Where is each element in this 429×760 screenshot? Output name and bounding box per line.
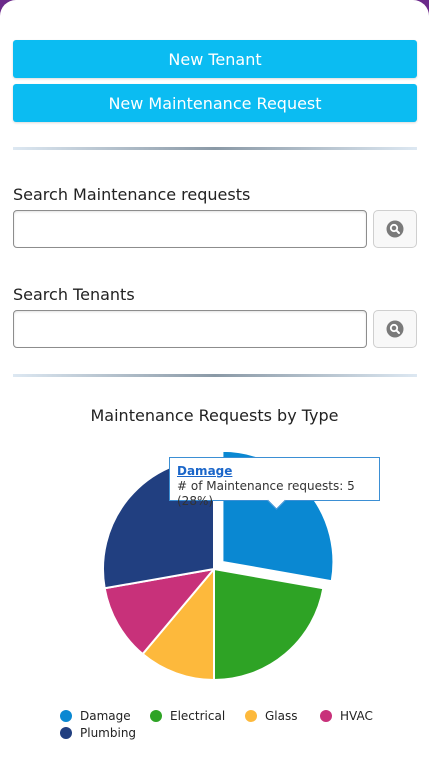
legend-dot [320,710,332,722]
new-maintenance-request-button[interactable]: New Maintenance Request [13,84,417,122]
tooltip-title: Damage [177,464,233,478]
new-tenant-button[interactable]: New Tenant [13,40,417,78]
legend-item-damage[interactable]: Damage [60,709,131,723]
legend-item-plumbing[interactable]: Plumbing [60,726,136,740]
search-icon [386,220,404,238]
legend-dot [60,727,72,739]
legend-item-electrical[interactable]: Electrical [150,709,225,723]
legend-item-glass[interactable]: Glass [245,709,298,723]
legend-label: HVAC [340,709,373,723]
legend-label: Plumbing [80,726,137,740]
main-card: New Tenant New Maintenance Request Searc… [0,0,429,760]
legend-dot [245,710,257,722]
search-maintenance-label: Search Maintenance requests [13,185,251,204]
search-tenants-button[interactable] [373,310,417,348]
pie-slice-electrical[interactable] [213,567,325,682]
chart-tooltip: Damage # of Maintenance requests: 5 (28%… [169,457,380,510]
legend-label: Glass [265,709,298,723]
search-maintenance-input[interactable] [13,210,367,248]
legend-dot [150,710,162,722]
search-tenants-input[interactable] [13,310,367,348]
legend-label: Electrical [170,709,226,723]
section-divider [13,147,417,150]
chart-title: Maintenance Requests by Type [90,406,339,425]
legend-label: Damage [80,709,131,723]
search-tenants-label: Search Tenants [13,285,135,304]
legend-item-hvac[interactable]: HVAC [320,709,373,723]
search-maintenance-button[interactable] [373,210,417,248]
search-icon [386,320,404,338]
legend-dot [60,710,72,722]
section-divider [13,374,417,377]
